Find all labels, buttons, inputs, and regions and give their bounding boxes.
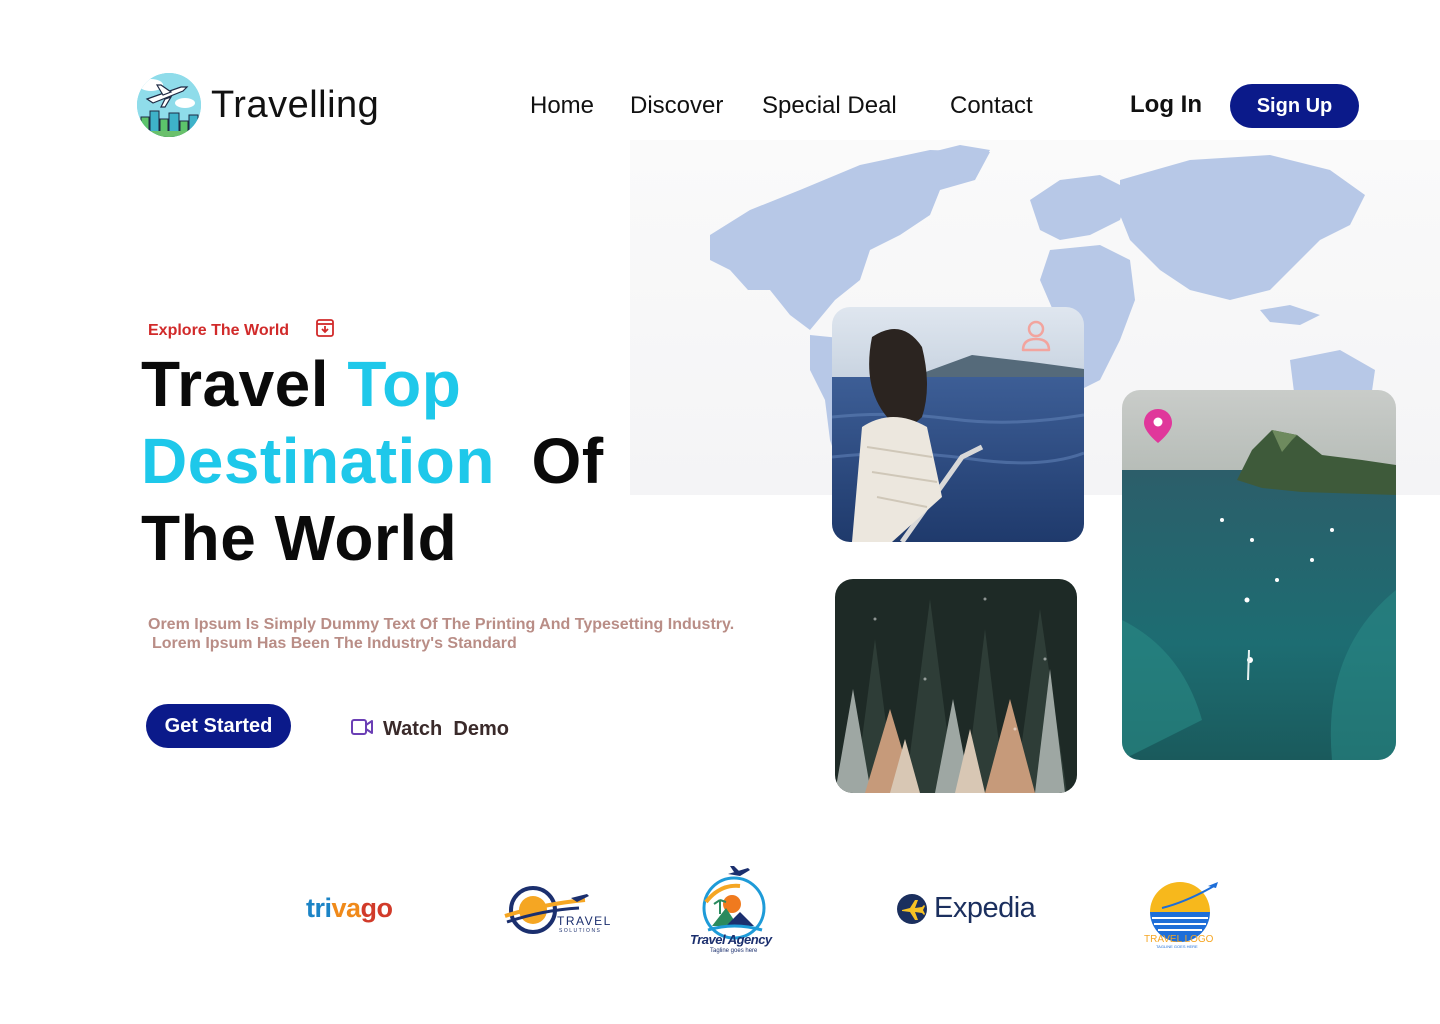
travel-solutions-title: TRAVEL	[557, 914, 612, 928]
eyebrow-text: Explore The World	[148, 321, 290, 339]
hero-description: Orem Ipsum Is Simply Dummy Text Of The P…	[148, 615, 734, 653]
title-highlight-top: Top	[347, 348, 462, 420]
travel-logo-tagline: TAGLINE GOES HERE	[1156, 944, 1198, 949]
signup-button[interactable]: Sign Up	[1230, 84, 1359, 128]
title-part2: Of	[494, 425, 604, 497]
download-box-icon	[315, 318, 335, 343]
brand-logo[interactable]: Travelling	[137, 73, 379, 137]
description-line2: Lorem Ipsum Has Been The Industry's Stan…	[152, 635, 517, 652]
travel-agency-tagline: Tagline goes here	[710, 948, 758, 954]
nav-discover[interactable]: Discover	[630, 92, 723, 120]
partner-travel-logo[interactable]: TRAVEL LOGO TAGLINE GOES HERE	[1142, 878, 1220, 950]
title-part1: Travel	[141, 348, 348, 420]
partner-travel-agency-logo[interactable]: Travel Agency Tagline goes here	[690, 864, 778, 956]
expedia-plane-icon	[897, 893, 927, 924]
nav-special-deal[interactable]: Special Deal	[762, 92, 897, 120]
partner-trivago-logo[interactable]: tri va go	[306, 893, 393, 924]
trivago-part3: go	[360, 893, 394, 923]
trivago-part2: va	[331, 893, 362, 923]
expedia-name: Expedia	[934, 892, 1036, 924]
airplane-city-icon	[137, 73, 201, 137]
travel-agency-title: Travel Agency	[690, 932, 772, 947]
hero-title: Travel Top Destination Of The World	[141, 346, 604, 577]
description-line1: Orem Ipsum Is Simply Dummy Text Of The P…	[148, 616, 735, 633]
trivago-part1: tri	[306, 893, 332, 923]
get-started-button[interactable]: Get Started	[146, 704, 291, 748]
video-camera-icon	[351, 718, 373, 741]
nav-home[interactable]: Home	[530, 92, 594, 120]
partner-expedia-logo[interactable]: Expedia	[896, 892, 1036, 925]
brand-name: Travelling	[211, 83, 380, 126]
user-icon	[1018, 318, 1054, 359]
watch-demo-label: Watch Demo	[383, 718, 509, 740]
hero-eyebrow: Explore The World	[148, 318, 335, 343]
travel-solutions-subtitle: SOLUTIONS	[559, 928, 602, 934]
title-highlight-destination: Destination	[141, 425, 495, 497]
login-link[interactable]: Log In	[1130, 91, 1202, 119]
partner-travel-solutions-logo[interactable]: TRAVEL SOLUTIONS	[503, 886, 612, 938]
photo-snowy-forest	[835, 579, 1077, 793]
watch-demo-button[interactable]: Watch Demo	[351, 718, 509, 741]
location-pin-icon	[1143, 408, 1173, 449]
nav-contact[interactable]: Contact	[950, 92, 1033, 120]
title-line3: The World	[141, 502, 458, 574]
